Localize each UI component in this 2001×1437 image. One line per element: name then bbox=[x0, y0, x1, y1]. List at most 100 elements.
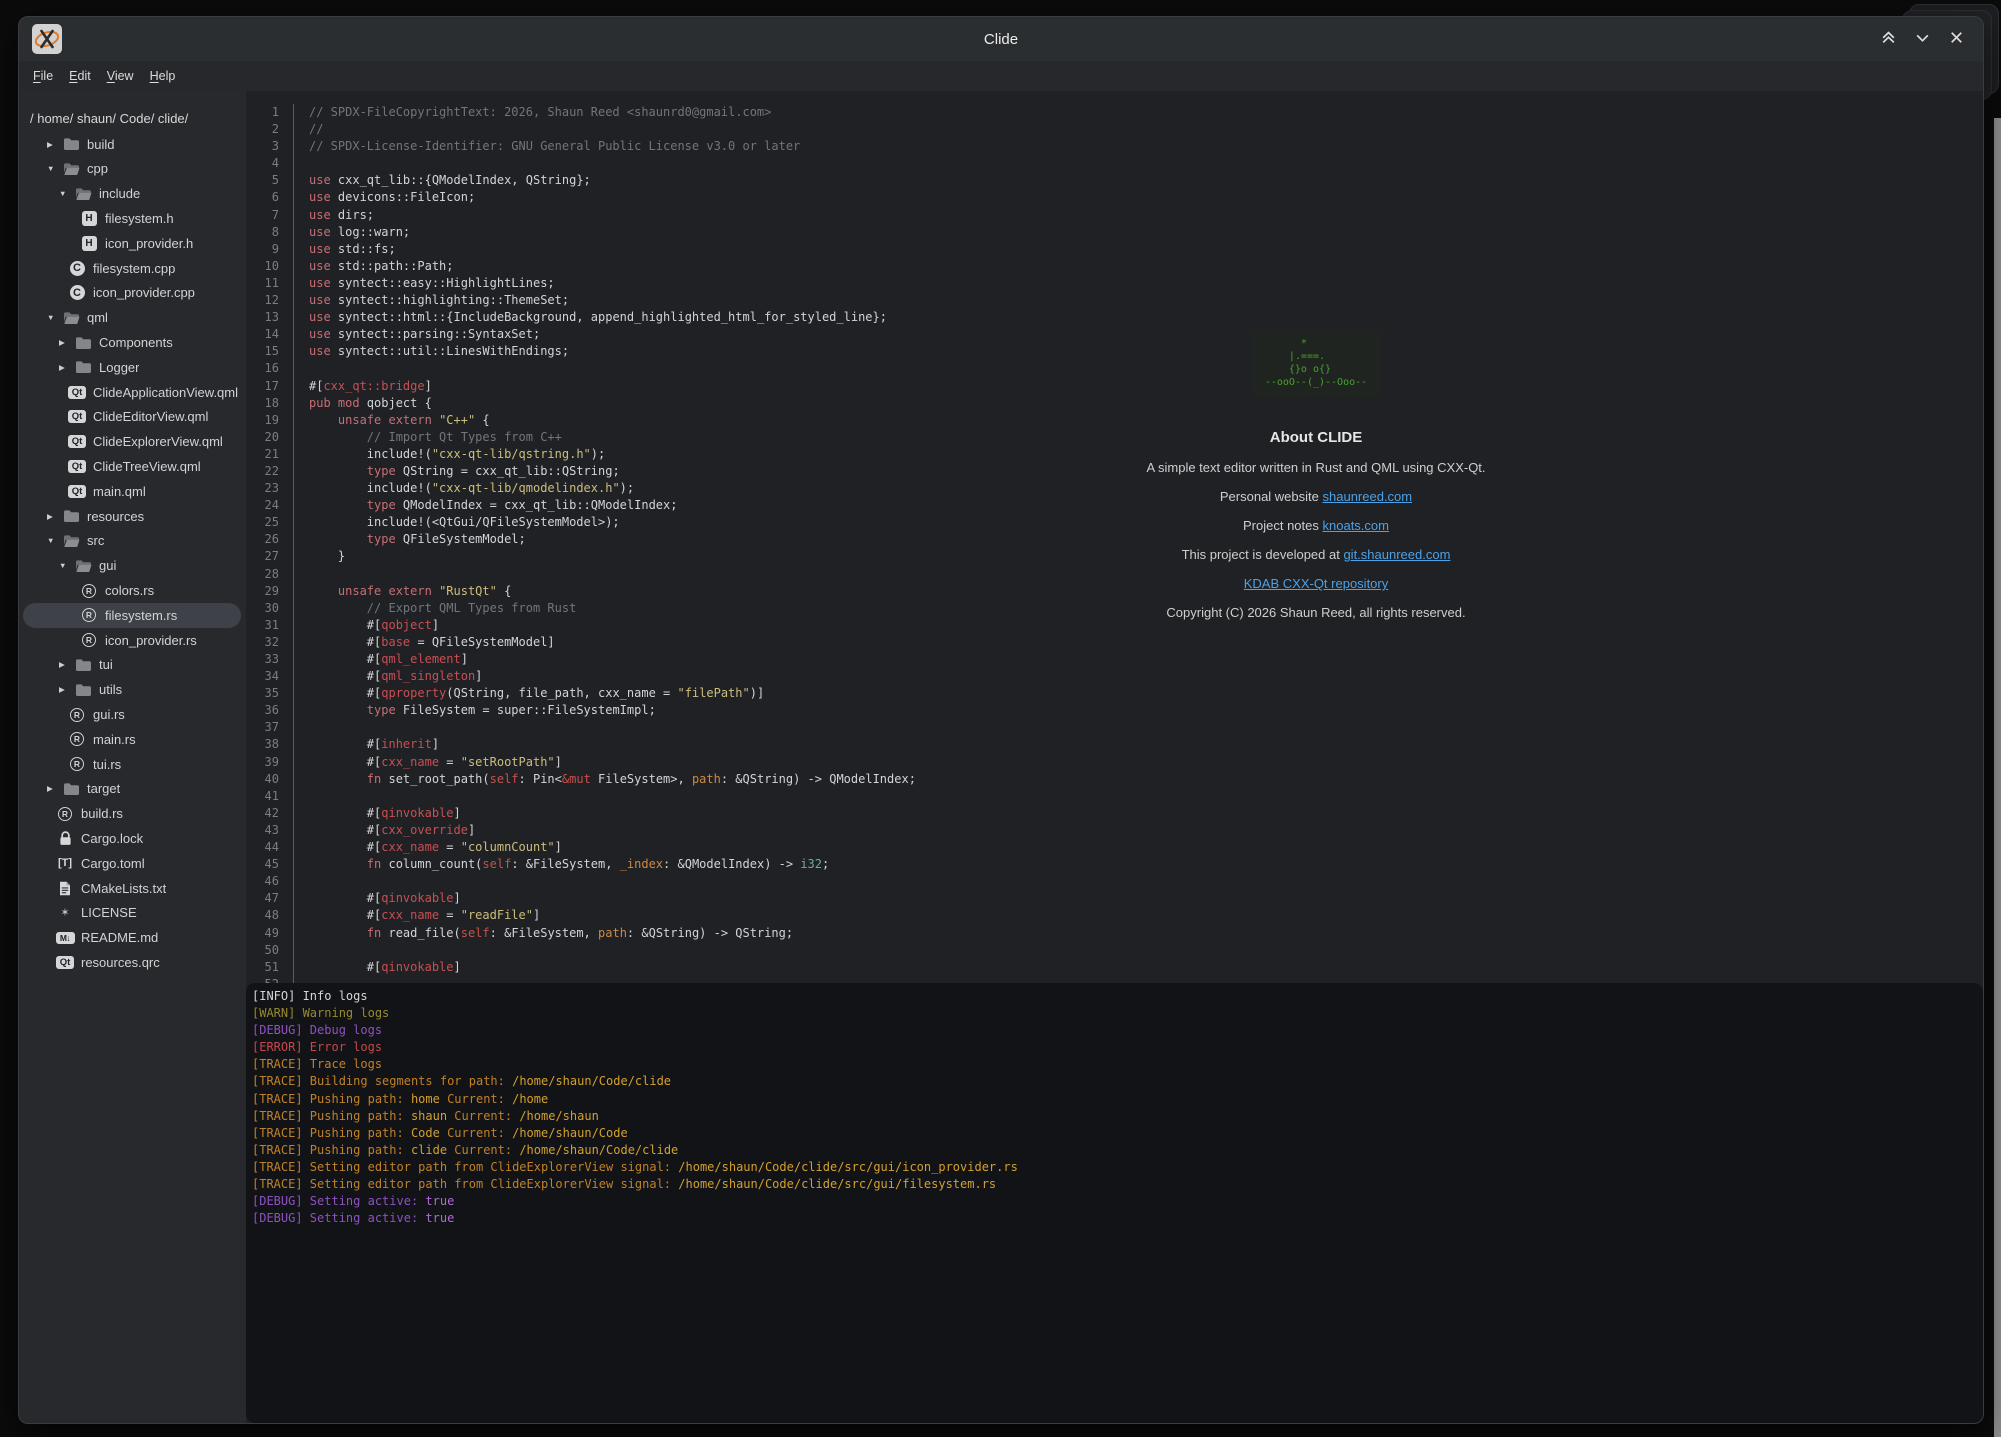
menu-item-help[interactable]: Help bbox=[142, 66, 184, 86]
line-number: 3 bbox=[246, 138, 294, 155]
code-line[interactable]: 48 #[cxx_name = "readFile"] bbox=[246, 907, 1983, 924]
tree-item-main-qml[interactable]: Qtmain.qml bbox=[23, 479, 241, 504]
folder-icon bbox=[73, 658, 93, 672]
tree-item-clideexplorerview-qml[interactable]: QtClideExplorerView.qml bbox=[23, 429, 241, 454]
markdown-file-icon: M↓ bbox=[55, 932, 75, 944]
tree-item-utils[interactable]: ▶utils bbox=[23, 677, 241, 702]
code-line[interactable]: 38 #[inherit] bbox=[246, 736, 1983, 753]
chevron-down-icon: ▼ bbox=[47, 536, 61, 545]
tree-item-gui-rs[interactable]: Rgui.rs bbox=[23, 702, 241, 727]
code-editor[interactable]: 1// SPDX-FileCopyrightText: 2026, Shaun … bbox=[246, 91, 1983, 983]
tree-item-tui[interactable]: ▶tui bbox=[23, 653, 241, 678]
folder-open-icon bbox=[61, 534, 81, 548]
tree-item-label: LICENSE bbox=[81, 905, 137, 920]
tree-item-build-rs[interactable]: Rbuild.rs bbox=[23, 801, 241, 826]
line-number: 30 bbox=[246, 600, 294, 617]
chevron-down-icon: ▼ bbox=[59, 561, 73, 570]
tree-item-clideapplicationview-qml[interactable]: QtClideApplicationView.qml bbox=[23, 380, 241, 405]
tree-item-clideeditorview-qml[interactable]: QtClideEditorView.qml bbox=[23, 405, 241, 430]
tree-item-clidetreeview-qml[interactable]: QtClideTreeView.qml bbox=[23, 454, 241, 479]
tree-item-icon-provider-rs[interactable]: Ricon_provider.rs bbox=[23, 628, 241, 653]
line-number: 23 bbox=[246, 480, 294, 497]
tree-item-qml[interactable]: ▼qml bbox=[23, 305, 241, 330]
about-link[interactable]: git.shaunreed.com bbox=[1343, 547, 1450, 562]
about-link[interactable]: KDAB CXX-Qt repository bbox=[1244, 576, 1389, 591]
line-number: 32 bbox=[246, 634, 294, 651]
tree-item-cmakelists-txt[interactable]: CMakeLists.txt bbox=[23, 876, 241, 901]
tree-item-tui-rs[interactable]: Rtui.rs bbox=[23, 752, 241, 777]
tree-item-target[interactable]: ▶target bbox=[23, 777, 241, 802]
code-line[interactable]: 9use std::fs; bbox=[246, 241, 1983, 258]
minimize-button[interactable] bbox=[1909, 26, 1935, 52]
tree-item-resources[interactable]: ▶resources bbox=[23, 504, 241, 529]
tree-item-label: icon_provider.cpp bbox=[93, 285, 195, 300]
code-line[interactable]: 47 #[qinvokable] bbox=[246, 890, 1983, 907]
code-line[interactable]: 40 fn set_root_path(self: Pin<&mut FileS… bbox=[246, 771, 1983, 788]
tree-item-license[interactable]: ✶LICENSE bbox=[23, 901, 241, 926]
tree-item-cpp[interactable]: ▼cpp bbox=[23, 157, 241, 182]
about-link[interactable]: knoats.com bbox=[1323, 518, 1389, 533]
code-line[interactable]: 36 type FileSystem = super::FileSystemIm… bbox=[246, 702, 1983, 719]
tree-item-gui[interactable]: ▼gui bbox=[23, 553, 241, 578]
code-line[interactable]: 45 fn column_count(self: &FileSystem, _i… bbox=[246, 856, 1983, 873]
tree-item-label: Cargo.lock bbox=[81, 831, 143, 846]
shade-button[interactable] bbox=[1875, 26, 1901, 52]
tree-item-logger[interactable]: ▶Logger bbox=[23, 355, 241, 380]
code-line[interactable]: 1// SPDX-FileCopyrightText: 2026, Shaun … bbox=[246, 104, 1983, 121]
code-line[interactable]: 49 fn read_file(self: &FileSystem, path:… bbox=[246, 925, 1983, 942]
code-line[interactable]: 32 #[base = QFileSystemModel] bbox=[246, 634, 1983, 651]
tree-item-icon-provider-cpp[interactable]: Cicon_provider.cpp bbox=[23, 281, 241, 306]
menu-item-file[interactable]: File bbox=[25, 66, 61, 86]
tree-item-filesystem-h[interactable]: Hfilesystem.h bbox=[23, 206, 241, 231]
main-panel: 1// SPDX-FileCopyrightText: 2026, Shaun … bbox=[246, 91, 1983, 1423]
code-line[interactable]: 5use cxx_qt_lib::{QModelIndex, QString}; bbox=[246, 172, 1983, 189]
code-line[interactable]: 2// bbox=[246, 121, 1983, 138]
code-line[interactable]: 44 #[cxx_name = "columnCount"] bbox=[246, 839, 1983, 856]
about-link[interactable]: shaunreed.com bbox=[1323, 489, 1413, 504]
tree-item-icon-provider-h[interactable]: Hicon_provider.h bbox=[23, 231, 241, 256]
code-line[interactable]: 46 bbox=[246, 873, 1983, 890]
code-line[interactable]: 33 #[qml_element] bbox=[246, 651, 1983, 668]
code-line[interactable]: 6use devicons::FileIcon; bbox=[246, 189, 1983, 206]
code-line[interactable]: 4 bbox=[246, 155, 1983, 172]
code-line[interactable]: 34 #[qml_singleton] bbox=[246, 668, 1983, 685]
code-line[interactable]: 8use log::warn; bbox=[246, 224, 1983, 241]
code-line[interactable]: 13use syntect::html::{IncludeBackground,… bbox=[246, 309, 1983, 326]
tree-item-filesystem-cpp[interactable]: Cfilesystem.cpp bbox=[23, 256, 241, 281]
about-title: About CLIDE bbox=[1066, 429, 1566, 446]
tree-item-cargo-toml[interactable]: [T]Cargo.toml bbox=[23, 851, 241, 876]
menu-item-edit[interactable]: Edit bbox=[61, 66, 99, 86]
close-button[interactable] bbox=[1943, 26, 1969, 52]
tree-item-include[interactable]: ▼include bbox=[23, 181, 241, 206]
code-line[interactable]: 50 bbox=[246, 942, 1983, 959]
tree-item-readme-md[interactable]: M↓README.md bbox=[23, 925, 241, 950]
tree-item-colors-rs[interactable]: Rcolors.rs bbox=[23, 578, 241, 603]
code-line[interactable]: 42 #[qinvokable] bbox=[246, 805, 1983, 822]
code-line[interactable]: 37 bbox=[246, 719, 1983, 736]
code-line[interactable]: 41 bbox=[246, 788, 1983, 805]
code-line[interactable]: 3// SPDX-License-Identifier: GNU General… bbox=[246, 138, 1983, 155]
code-line[interactable]: 11use syntect::easy::HighlightLines; bbox=[246, 275, 1983, 292]
code-line[interactable]: 43 #[cxx_override] bbox=[246, 822, 1983, 839]
tree-item-main-rs[interactable]: Rmain.rs bbox=[23, 727, 241, 752]
code-line[interactable]: 12use syntect::highlighting::ThemeSet; bbox=[246, 292, 1983, 309]
tree-item-src[interactable]: ▼src bbox=[23, 529, 241, 554]
log-panel[interactable]: [INFO] Info logs[WARN] Warning logs[DEBU… bbox=[246, 983, 1983, 1423]
chevrons-up-icon bbox=[1880, 29, 1897, 49]
tree-item-cargo-lock[interactable]: Cargo.lock bbox=[23, 826, 241, 851]
line-number: 22 bbox=[246, 463, 294, 480]
tree-item-resources-qrc[interactable]: Qtresources.qrc bbox=[23, 950, 241, 975]
menu-item-view[interactable]: View bbox=[99, 66, 142, 86]
code-line[interactable]: 7use dirs; bbox=[246, 207, 1983, 224]
line-number: 42 bbox=[246, 805, 294, 822]
rust-file-icon: R bbox=[79, 608, 99, 622]
code-line[interactable]: 39 #[cxx_name = "setRootPath"] bbox=[246, 754, 1983, 771]
code-line[interactable]: 51 #[qinvokable] bbox=[246, 959, 1983, 976]
code-line[interactable]: 52 bbox=[246, 976, 1983, 983]
tree-item-components[interactable]: ▶Components bbox=[23, 330, 241, 355]
tree-item-build[interactable]: ▶build bbox=[23, 132, 241, 157]
code-line[interactable]: 35 #[qproperty(QString, file_path, cxx_n… bbox=[246, 685, 1983, 702]
code-line[interactable]: 10use std::path::Path; bbox=[246, 258, 1983, 275]
tree-item-filesystem-rs[interactable]: Rfilesystem.rs bbox=[23, 603, 241, 628]
menubar: FileEditViewHelp bbox=[19, 61, 1983, 91]
